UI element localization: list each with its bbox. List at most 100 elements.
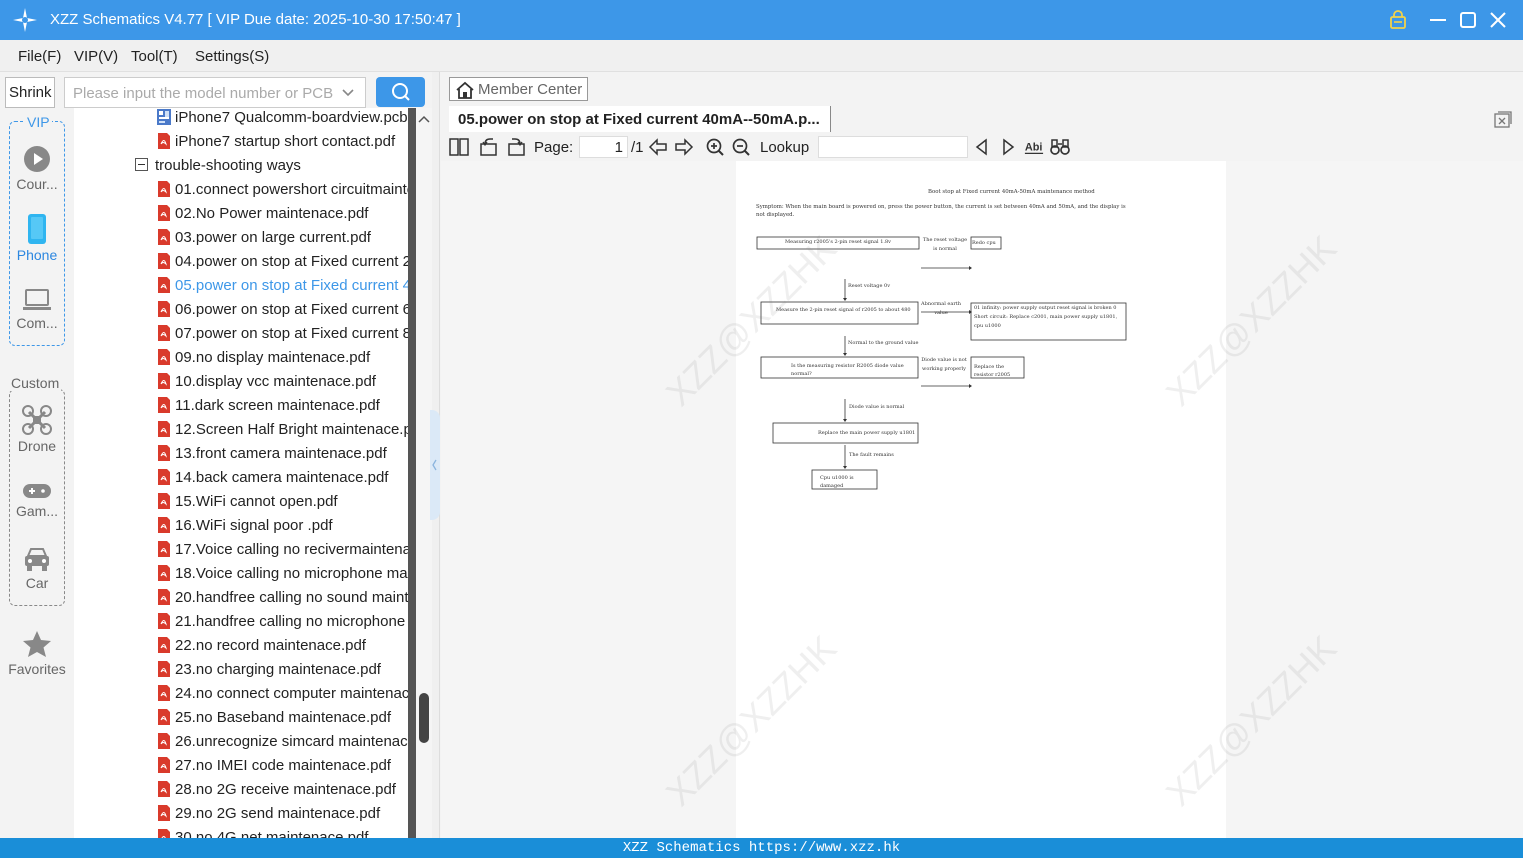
rail-item-favorites[interactable]: Favorites	[0, 630, 74, 677]
tree-file-item[interactable]: 09.no display maintenace.pdf	[74, 346, 408, 370]
tree-file-name: 12.Screen Half Bright maintenace.pdf	[175, 421, 408, 438]
rail-item-computer[interactable]: Com...	[0, 288, 74, 331]
tree-file-item[interactable]: 03.power on large current.pdf	[74, 226, 408, 250]
flow-box-result: 01 infinity: power supply output reset s…	[974, 305, 1118, 329]
maximize-icon[interactable]	[1456, 8, 1480, 32]
search-placeholder: Please input the model number or PCB	[73, 85, 334, 102]
rail-item-drone[interactable]: Drone	[0, 405, 74, 454]
tree-file-item[interactable]: 29.no 2G send maintenace.pdf	[74, 802, 408, 826]
match-case-icon[interactable]: Abi	[1024, 138, 1044, 156]
window-title: XZZ Schematics V4.77 [ VIP Due date: 202…	[50, 11, 461, 28]
rail-item-car[interactable]: Car	[0, 546, 74, 591]
pdf-file-icon	[158, 613, 170, 629]
tree-file-item[interactable]: 20.handfree calling no sound maintenace.…	[74, 586, 408, 610]
previous-page-icon[interactable]	[648, 138, 668, 156]
tree-file-item[interactable]: 21.handfree calling no microphone mainte…	[74, 610, 408, 634]
menu-tool[interactable]: Tool(T)	[131, 48, 178, 65]
tree-file-name: 11.dark screen maintenace.pdf	[175, 397, 380, 414]
tree-file-item[interactable]: 23.no charging maintenace.pdf	[74, 658, 408, 682]
menu-file[interactable]: File(F)	[18, 48, 61, 65]
tree-file-item[interactable]: 16.WiFi signal poor .pdf	[74, 514, 408, 538]
pdf-file-icon	[158, 349, 170, 365]
find-previous-icon[interactable]	[972, 138, 992, 156]
tree-file-item[interactable]: 06.power on stop at Fixed current 60mA.p…	[74, 298, 408, 322]
pdf-file-icon	[158, 565, 170, 581]
tree-file-name: 29.no 2G send maintenace.pdf	[175, 805, 381, 822]
menu-vip[interactable]: VIP(V)	[74, 48, 118, 65]
collapse-panel-handle[interactable]	[430, 410, 440, 520]
tree-file-name: 02.No Power maintenace.pdf	[175, 205, 369, 222]
lock-icon[interactable]	[1386, 8, 1410, 32]
tree-file-item[interactable]: 24.no connect computer maintenace.pdf	[74, 682, 408, 706]
close-icon[interactable]	[1486, 8, 1510, 32]
tree-file-item[interactable]: 26.unrecognize simcard maintenace.pdf	[74, 730, 408, 754]
tree-file-item[interactable]: iPhone7 Qualcomm-boardview.pcb	[74, 108, 408, 130]
shrink-button[interactable]: Shrink	[5, 77, 55, 108]
laptop-icon	[23, 289, 51, 310]
tree-file-item[interactable]: 07.power on stop at Fixed current 80mA.p…	[74, 322, 408, 346]
tree-file-item[interactable]: 17.Voice calling no recivermaintenace.pd…	[74, 538, 408, 562]
chevron-down-icon[interactable]	[341, 86, 355, 100]
tree-file-item[interactable]: 02.No Power maintenace.pdf	[74, 202, 408, 226]
flow-label-normal-ground: Normal to the ground value	[848, 340, 919, 346]
page-number-input[interactable]: 1	[579, 136, 628, 158]
zoom-in-icon[interactable]	[705, 138, 725, 156]
tree-file-item[interactable]: 27.no IMEI code maintenace.pdf	[74, 754, 408, 778]
rail-item-courses[interactable]: Cour...	[0, 145, 74, 192]
vip-group-label: VIP	[25, 114, 52, 130]
rail-item-phone[interactable]: Phone	[0, 214, 74, 263]
car-icon	[25, 548, 49, 571]
tree-file-item[interactable]: 25.no Baseband maintenace.pdf	[74, 706, 408, 730]
pdf-file-icon	[158, 493, 170, 509]
pdf-file-icon	[158, 757, 170, 773]
lookup-input[interactable]	[818, 136, 968, 158]
rotate-right-icon[interactable]	[506, 138, 526, 156]
tree-file-item[interactable]: 15.WiFi cannot open.pdf	[74, 490, 408, 514]
search-input[interactable]: Please input the model number or PCB	[64, 77, 366, 108]
binoculars-icon[interactable]	[1050, 138, 1070, 156]
pdf-file-icon	[158, 325, 170, 341]
two-page-view-icon[interactable]	[449, 138, 469, 156]
member-center-label: Member Center	[478, 81, 583, 98]
tree-scrollbar-thumb[interactable]	[419, 693, 429, 743]
tab-document[interactable]: 05.power on stop at Fixed current 40mA--…	[449, 106, 831, 132]
search-button[interactable]	[376, 77, 425, 107]
pdf-file-icon	[158, 661, 170, 677]
collapse-toggle-icon[interactable]	[135, 158, 148, 171]
tree-file-item[interactable]: 14.back camera maintenace.pdf	[74, 466, 408, 490]
scroll-up-icon[interactable]	[416, 112, 432, 128]
pdf-file-icon	[158, 541, 170, 557]
tree-file-item[interactable]: 28.no 2G receive maintenace.pdf	[74, 778, 408, 802]
close-tab-icon[interactable]	[1494, 111, 1512, 128]
tree-folder-item[interactable]: trouble-shooting ways	[74, 154, 408, 178]
menu-settings[interactable]: Settings(S)	[195, 48, 269, 65]
tree-file-name: 09.no display maintenace.pdf	[175, 349, 371, 366]
tree-file-item[interactable]: 05.power on stop at Fixed current 40mA--…	[74, 274, 408, 298]
tree-file-item[interactable]: 22.no record maintenace.pdf	[74, 634, 408, 658]
tree-file-item[interactable]: 11.dark screen maintenace.pdf	[74, 394, 408, 418]
find-next-icon[interactable]	[998, 138, 1018, 156]
flow-box-measure-resistor: Is the measuring resistor R2005 diode va…	[791, 363, 904, 377]
rail-item-games[interactable]: Gam...	[0, 482, 74, 519]
tree-file-item[interactable]: 13.front camera maintenace.pdf	[74, 442, 408, 466]
tree-file-item[interactable]: 30.no 4G net maintenace.pdf	[74, 826, 408, 838]
tree-file-item[interactable]: iPhone7 startup short contact.pdf	[74, 130, 408, 154]
tree-file-name: 10.display vcc maintenace.pdf	[175, 373, 376, 390]
drone-icon	[22, 405, 52, 435]
rotate-left-icon[interactable]	[479, 138, 499, 156]
zoom-out-icon[interactable]	[731, 138, 751, 156]
tree-file-item[interactable]: 12.Screen Half Bright maintenace.pdf	[74, 418, 408, 442]
tree-file-item[interactable]: 10.display vcc maintenace.pdf	[74, 370, 408, 394]
tree-folder-name: trouble-shooting ways	[155, 157, 301, 174]
app-logo-icon	[13, 8, 37, 32]
tree-file-item[interactable]: 18.Voice calling no microphone maintenac…	[74, 562, 408, 586]
next-page-icon[interactable]	[674, 138, 694, 156]
tree-file-item[interactable]: 04.power on stop at Fixed current 20mA.p…	[74, 250, 408, 274]
tree-file-item[interactable]: 01.connect powershort circuitmaintenace.…	[74, 178, 408, 202]
flow-box-cpu-damaged: Cpu u1000 is damaged	[820, 475, 854, 489]
tree-file-name: 06.power on stop at Fixed current 60mA.p…	[175, 301, 408, 318]
pdf-file-icon	[158, 277, 170, 293]
flow-label-reset-0v: Reset voltage 0v	[848, 283, 891, 289]
member-center-button[interactable]: Member Center	[449, 77, 588, 101]
minimize-icon[interactable]	[1426, 8, 1450, 32]
